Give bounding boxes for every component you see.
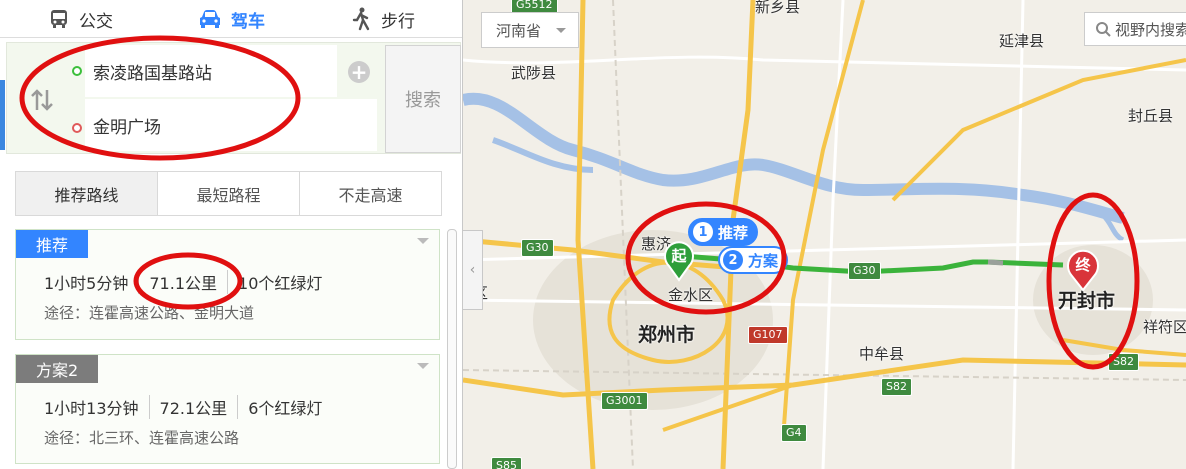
map-view[interactable]: 河南省 视野内搜索 新乡县 延津县 武陟县 封丘县 惠济 区 金水区 郑州市 中… — [463, 0, 1186, 469]
tab-drive-label: 驾车 — [231, 11, 265, 32]
scrollbar[interactable] — [447, 229, 457, 469]
route-plan-2[interactable]: 方案2 1小时13分钟 72.1公里 6个红绿灯 途径：北三环、连霍高速公路 — [15, 354, 440, 464]
route-2-number: 2 — [723, 250, 743, 270]
plan-lights: 10个红绿灯 — [227, 270, 332, 294]
road-shield: G30 — [521, 239, 554, 257]
chevron-down-icon[interactable] — [417, 363, 429, 369]
panel-edge-accent — [0, 80, 5, 150]
route-plan-1[interactable]: 推荐 1小时5分钟 71.1公里 10个红绿灯 途径：连霍高速公路、金明大道 — [15, 229, 440, 340]
road-shield: S85 — [491, 457, 522, 469]
search-button[interactable]: 搜索 — [385, 45, 461, 153]
tab-bus-label: 公交 — [79, 11, 113, 32]
route-panel: 公交 驾车 步行 索凌路国基路站 金明广场 + 搜索 推荐路线 最短路程 不走高… — [0, 0, 463, 469]
road-shield: G30 — [848, 262, 881, 280]
plan-stats: 1小时5分钟 71.1公里 10个红绿灯 — [44, 270, 332, 294]
view-search-placeholder: 视野内搜索 — [1115, 20, 1186, 39]
route-2-bubble[interactable]: 2 方案 — [718, 246, 789, 274]
view-search-input[interactable]: 视野内搜索 — [1084, 12, 1186, 46]
plan-tag: 推荐 — [16, 230, 89, 258]
tab-shortest[interactable]: 最短路程 — [158, 172, 300, 215]
province-label: 河南省 — [496, 21, 542, 40]
tab-no-highway[interactable]: 不走高速 — [300, 172, 441, 215]
tab-drive[interactable]: 驾车 — [198, 0, 265, 38]
travel-mode-tabs: 公交 驾车 步行 — [0, 0, 462, 38]
route-1-number: 1 — [693, 222, 713, 242]
road-shield: S82 — [1108, 353, 1139, 371]
road-shield: S82 — [881, 378, 912, 396]
add-waypoint-button[interactable]: + — [348, 61, 370, 83]
tab-walk[interactable]: 步行 — [350, 0, 415, 38]
plan-tag: 方案2 — [16, 355, 99, 383]
plan-via: 途径：北三环、连霍高速公路 — [44, 429, 240, 447]
route-2-label: 方案 — [748, 251, 779, 270]
plan-time: 1小时5分钟 — [44, 274, 129, 293]
road-shield: G107 — [748, 326, 788, 344]
route-1-label: 推荐 — [718, 223, 749, 242]
place-zhengzhou: 郑州市 — [638, 324, 696, 346]
car-icon — [198, 9, 222, 29]
tab-walk-label: 步行 — [381, 11, 415, 32]
end-dot-icon — [72, 123, 82, 133]
place-fengqiu: 封丘县 — [1128, 107, 1174, 125]
route-preference-tabs: 推荐路线 最短路程 不走高速 — [15, 171, 442, 216]
bus-icon — [48, 8, 70, 30]
collapse-panel-button[interactable]: ‹ — [463, 230, 483, 310]
chevron-down-icon[interactable] — [417, 238, 429, 244]
tab-bus[interactable]: 公交 — [48, 0, 113, 38]
chevron-left-icon: ‹ — [469, 262, 476, 278]
plan-lights: 6个红绿灯 — [237, 395, 332, 419]
map-background — [463, 0, 1186, 469]
tab-recommended[interactable]: 推荐路线 — [16, 172, 158, 215]
swap-icon[interactable] — [29, 88, 55, 112]
plan-time: 1小时13分钟 — [44, 399, 139, 418]
plan-distance: 72.1公里 — [148, 395, 238, 419]
end-input[interactable]: 金明广场 — [85, 99, 377, 151]
plan-distance: 71.1公里 — [138, 270, 227, 294]
road-shield: G3001 — [601, 392, 648, 410]
end-marker-label: 终 — [1075, 256, 1091, 274]
chevron-down-icon — [556, 28, 566, 33]
walk-icon — [350, 7, 372, 31]
place-yanjin: 延津县 — [999, 32, 1045, 50]
place-jinshui: 金水区 — [668, 286, 714, 304]
place-xiangfu: 祥符区 — [1143, 318, 1186, 336]
route-1-bubble[interactable]: 1 推荐 — [688, 218, 759, 246]
place-xinxiang: 新乡县 — [755, 0, 801, 16]
route-search-box: 索凌路国基路站 金明广场 + 搜索 — [6, 42, 461, 154]
start-marker-label: 起 — [671, 247, 687, 265]
start-dot-icon — [72, 66, 82, 76]
place-zhongmou: 中牟县 — [859, 345, 905, 363]
search-icon — [1096, 22, 1111, 37]
plan-via: 途径：连霍高速公路、金明大道 — [44, 304, 255, 322]
road-shield: G4 — [781, 424, 807, 442]
start-input[interactable]: 索凌路国基路站 — [85, 45, 337, 97]
province-select[interactable]: 河南省 — [481, 12, 579, 48]
place-wuling: 武陟县 — [511, 64, 557, 82]
plan-stats: 1小时13分钟 72.1公里 6个红绿灯 — [44, 395, 332, 419]
